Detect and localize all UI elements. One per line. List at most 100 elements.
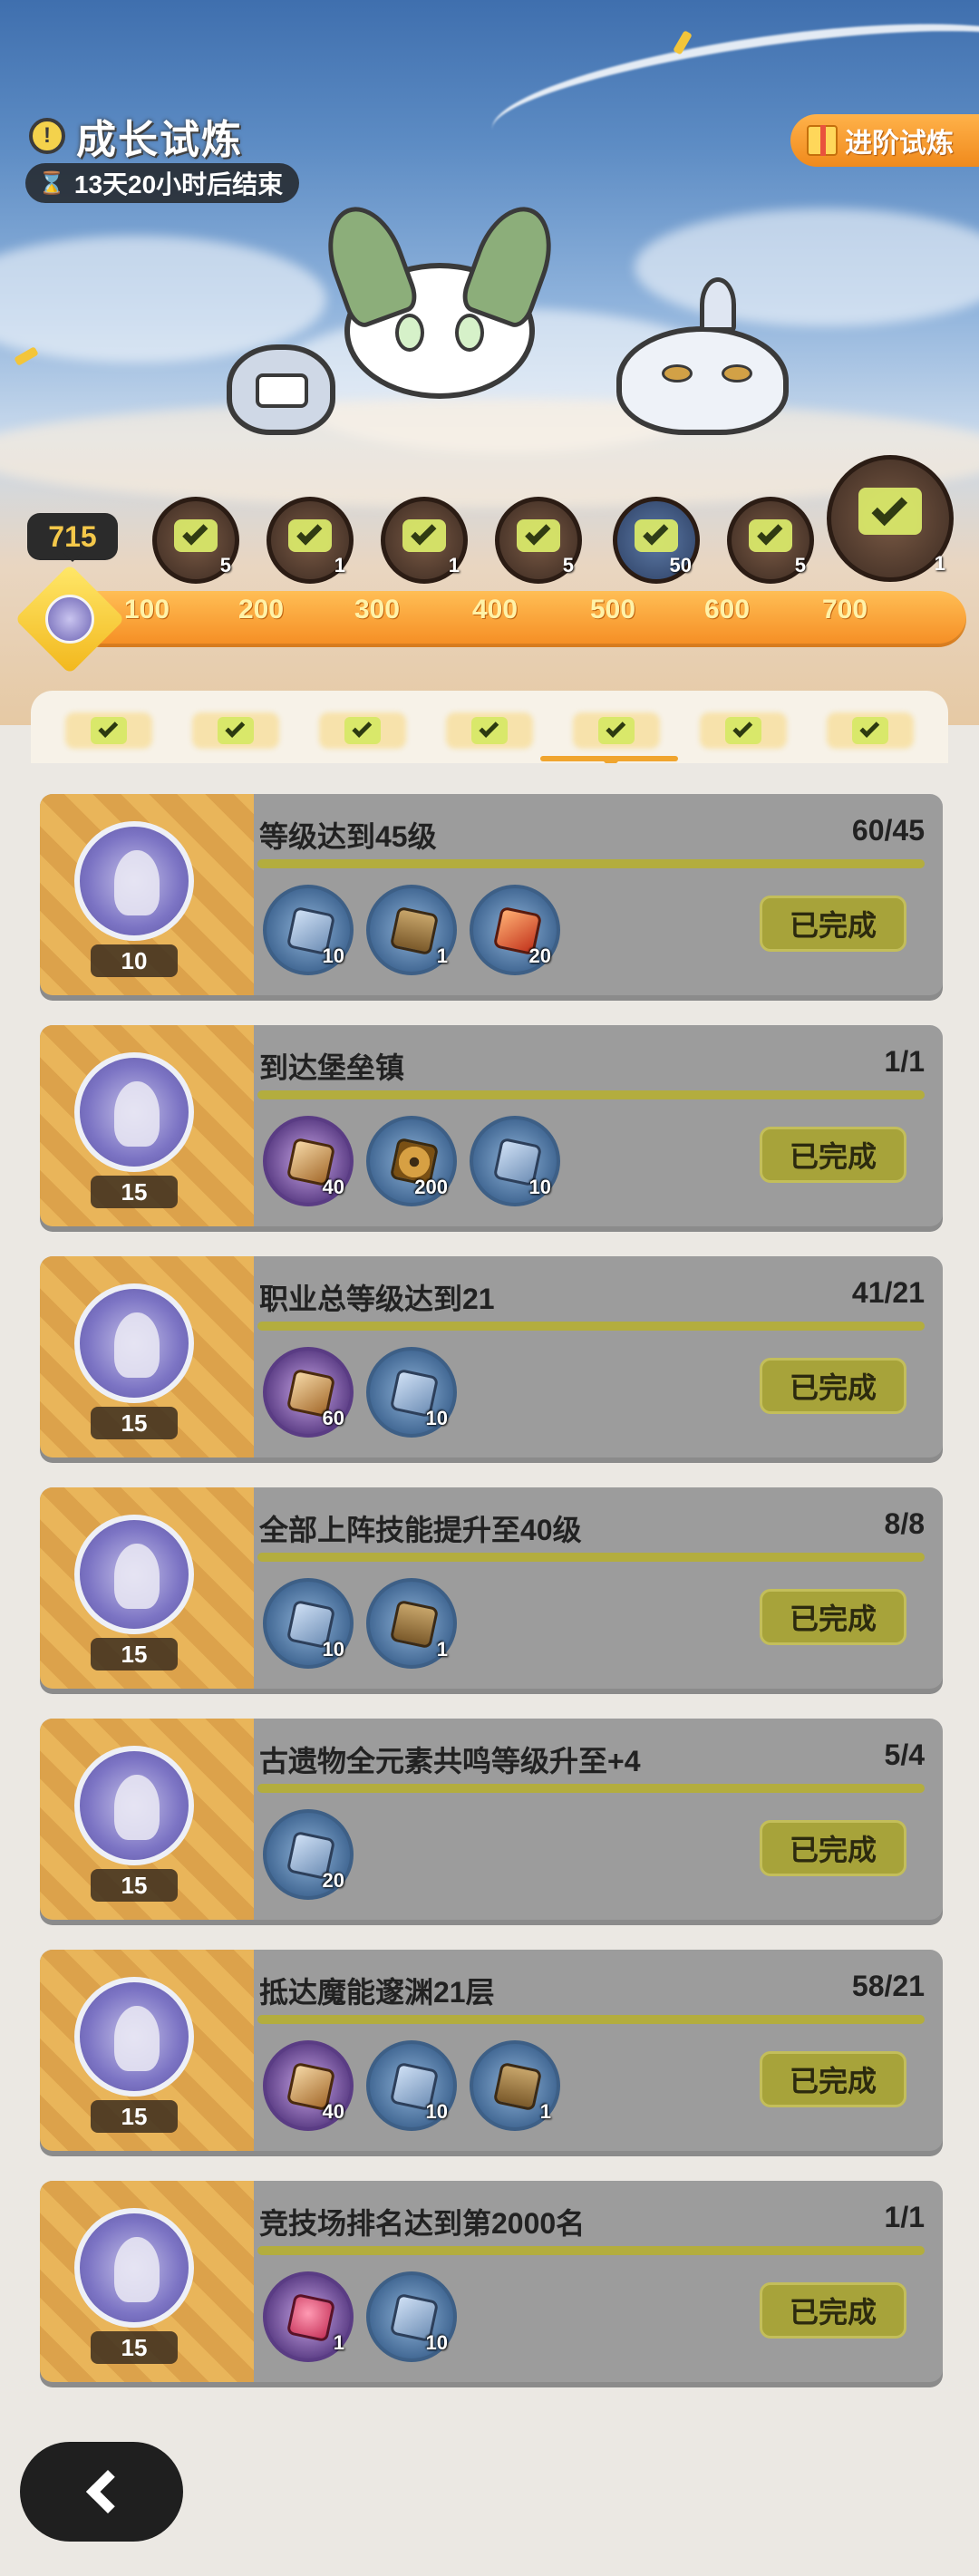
reward-item[interactable]: 1 bbox=[470, 2040, 560, 2131]
moth-creature bbox=[314, 196, 566, 399]
milestone-count: 1 bbox=[448, 554, 460, 576]
task-rewards: 60 10 bbox=[263, 1347, 457, 1438]
stage-tab-3[interactable] bbox=[319, 703, 406, 758]
ghost-creature bbox=[616, 277, 789, 435]
medal-points: 15 bbox=[91, 2331, 178, 2364]
task-progress: 8/8 bbox=[884, 1507, 925, 1540]
checkmark-icon bbox=[288, 518, 332, 552]
completed-button[interactable]: 已完成 bbox=[760, 2051, 906, 2107]
task-progress-bar bbox=[257, 1553, 925, 1562]
checkmark-icon bbox=[218, 717, 254, 744]
completed-button[interactable]: 已完成 bbox=[760, 1358, 906, 1414]
task-card: 15 全部上阵技能提升至40级 8/8 10 1 已完成 bbox=[40, 1487, 943, 1689]
milestone-count: 50 bbox=[669, 554, 692, 576]
checkmark-icon bbox=[852, 717, 888, 744]
task-card: 15 抵达魔能邃渊21层 58/21 40 10 1 已完成 bbox=[40, 1950, 943, 2151]
task-progress: 5/4 bbox=[884, 1738, 925, 1771]
milestone-reward-7[interactable]: 1 bbox=[827, 455, 954, 582]
milestone-reward-2[interactable]: 1 bbox=[267, 497, 354, 584]
completed-button[interactable]: 已完成 bbox=[760, 2282, 906, 2339]
reward-item[interactable]: 1 bbox=[366, 1578, 457, 1669]
milestone-label: 300 bbox=[354, 595, 401, 625]
task-rewards: 20 bbox=[263, 1809, 354, 1900]
reward-count: 1 bbox=[333, 2331, 344, 2354]
milestone-reward-6[interactable]: 5 bbox=[727, 497, 814, 584]
task-title: 等级达到45级 bbox=[259, 820, 437, 853]
stage-tab-1[interactable] bbox=[65, 703, 152, 758]
reward-item[interactable]: 60 bbox=[263, 1347, 354, 1438]
task-medal-area: 15 bbox=[40, 1950, 254, 2151]
stage-tabs bbox=[31, 691, 948, 770]
stage-tab-4[interactable] bbox=[446, 703, 533, 758]
gift-icon bbox=[807, 125, 838, 156]
info-icon[interactable]: ! bbox=[29, 118, 65, 154]
reward-item[interactable]: 10 bbox=[366, 2271, 457, 2362]
reward-item[interactable]: 40 bbox=[263, 2040, 354, 2131]
timer-text: 13天20小时后结束 bbox=[73, 170, 284, 199]
milestone-label: 700 bbox=[821, 595, 868, 625]
task-medal-area: 15 bbox=[40, 1256, 254, 1457]
advanced-trial-button[interactable]: 进阶试炼 bbox=[790, 114, 979, 167]
milestone-count: 5 bbox=[794, 554, 806, 576]
checkmark-icon bbox=[174, 518, 218, 552]
reward-item[interactable]: 200 bbox=[366, 1116, 457, 1206]
stage-tab-2[interactable] bbox=[192, 703, 279, 758]
reward-item[interactable]: 20 bbox=[470, 885, 560, 975]
timer-badge: ⌛ 13天20小时后结束 bbox=[25, 163, 300, 203]
checkmark-icon bbox=[598, 717, 635, 744]
reward-item[interactable]: 10 bbox=[366, 2040, 457, 2131]
checkmark-icon bbox=[725, 717, 761, 744]
task-title: 全部上阵技能提升至40级 bbox=[259, 1514, 582, 1546]
reward-item[interactable]: 40 bbox=[263, 1116, 354, 1206]
task-card: 15 竞技场排名达到第2000名 1/1 1 10 已完成 bbox=[40, 2181, 943, 2382]
completed-button[interactable]: 已完成 bbox=[760, 1820, 906, 1876]
task-card: 15 职业总等级达到21 41/21 60 10 已完成 bbox=[40, 1256, 943, 1457]
milestone-reward-4[interactable]: 5 bbox=[495, 497, 582, 584]
chest-icon bbox=[389, 1599, 440, 1650]
task-progress: 41/21 bbox=[851, 1276, 925, 1309]
completed-button[interactable]: 已完成 bbox=[760, 1589, 906, 1645]
medal-points: 15 bbox=[91, 1869, 178, 1902]
back-button[interactable] bbox=[20, 2442, 183, 2542]
completed-button[interactable]: 已完成 bbox=[760, 896, 906, 952]
medal-icon bbox=[74, 1515, 194, 1634]
stage-tab-6[interactable] bbox=[700, 703, 787, 758]
task-progress-bar bbox=[257, 2015, 925, 2024]
knight-creature bbox=[227, 344, 335, 435]
reward-item[interactable]: 10 bbox=[263, 1578, 354, 1669]
checkmark-icon bbox=[749, 518, 792, 552]
checkmark-icon bbox=[91, 717, 127, 744]
milestone-count: 5 bbox=[562, 554, 574, 576]
task-progress: 1/1 bbox=[884, 2201, 925, 2233]
stage-tab-5[interactable] bbox=[573, 703, 660, 758]
checkmark-icon bbox=[471, 717, 508, 744]
points-badge: 715 bbox=[27, 513, 118, 562]
medal-points: 15 bbox=[91, 1176, 178, 1208]
milestone-reward-5[interactable]: 50 bbox=[613, 497, 700, 584]
title-text: 成长试炼 bbox=[76, 118, 243, 162]
task-medal-area: 15 bbox=[40, 2181, 254, 2382]
stage-tab-7[interactable] bbox=[827, 703, 914, 758]
reward-item[interactable]: 1 bbox=[263, 2271, 354, 2362]
reward-item[interactable]: 20 bbox=[263, 1809, 354, 1900]
task-progress: 58/21 bbox=[851, 1970, 925, 2002]
checkmark-icon bbox=[344, 717, 381, 744]
checkmark-icon bbox=[858, 488, 922, 536]
task-card: 15 到达堡垒镇 1/1 40 200 10 已完成 bbox=[40, 1025, 943, 1226]
task-rewards: 1 10 bbox=[263, 2271, 457, 2362]
checkmark-icon bbox=[635, 518, 678, 552]
reward-item[interactable]: 10 bbox=[470, 1116, 560, 1206]
milestone-label: 500 bbox=[589, 595, 636, 625]
task-title: 古遗物全元素共鸣等级升至+4 bbox=[259, 1745, 641, 1777]
task-progress-bar bbox=[257, 859, 925, 868]
task-progress-bar bbox=[257, 1322, 925, 1331]
reward-count: 40 bbox=[322, 2100, 344, 2123]
task-rewards: 10 1 20 bbox=[263, 885, 560, 975]
milestone-reward-1[interactable]: 5 bbox=[152, 497, 239, 584]
reward-item[interactable]: 1 bbox=[366, 885, 457, 975]
reward-item[interactable]: 10 bbox=[366, 1347, 457, 1438]
reward-item[interactable]: 10 bbox=[263, 885, 354, 975]
completed-button[interactable]: 已完成 bbox=[760, 1127, 906, 1183]
milestone-reward-3[interactable]: 1 bbox=[381, 497, 468, 584]
task-medal-area: 15 bbox=[40, 1719, 254, 1920]
